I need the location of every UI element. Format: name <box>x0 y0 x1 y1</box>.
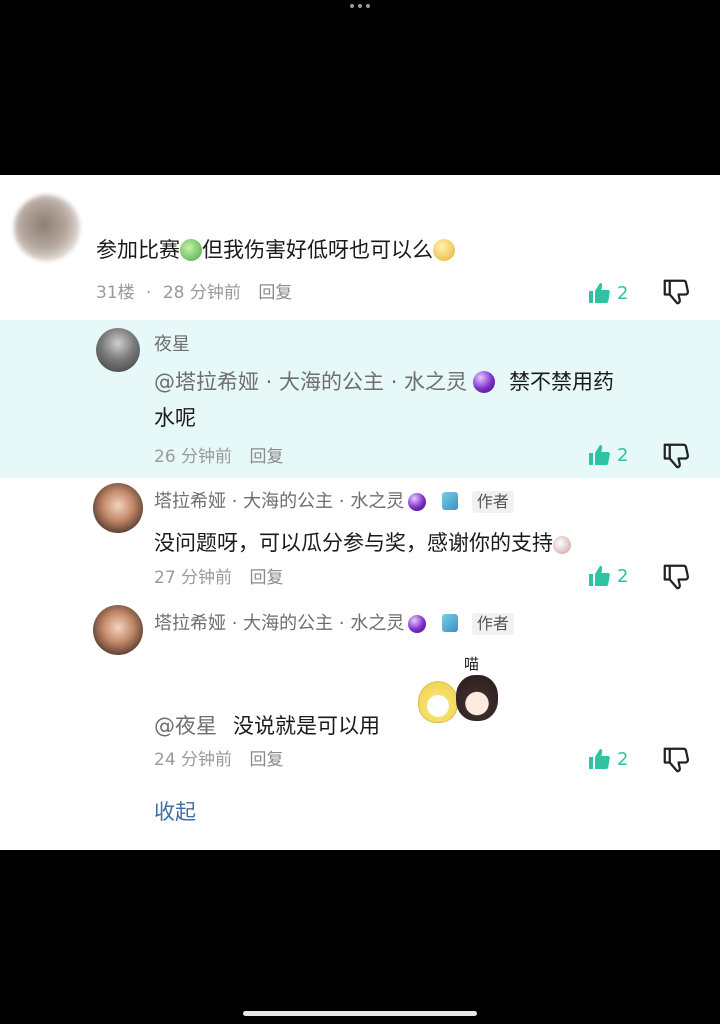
comment-time: 28 分钟前 <box>162 283 241 303</box>
like-count: 2 <box>617 282 629 304</box>
mention-link[interactable]: @夜星 <box>154 714 217 738</box>
collapse-replies-button[interactable]: 收起 <box>154 796 196 826</box>
reply-author-name[interactable]: 塔拉希娅 · 大海的公主 · 水之灵 作者 <box>154 490 514 514</box>
reply-author-name[interactable]: 夜星 <box>154 333 190 357</box>
like-button[interactable]: 2 <box>587 443 628 467</box>
reply-meta: 27 分钟前 回复 <box>154 566 283 590</box>
thumbs-down-icon[interactable] <box>661 562 691 592</box>
avatar[interactable] <box>93 483 143 533</box>
window-handle-dots <box>350 4 370 12</box>
cat-girl-sticker: 喵 <box>418 653 508 733</box>
reply-text: @塔拉希娅 · 大海的公主 · 水之灵 禁不禁用药 水呢 <box>154 370 615 430</box>
comment-meta: 31楼 · 28 分钟前 回复 <box>96 283 293 303</box>
reply-button[interactable]: 回复 <box>249 568 283 588</box>
sticker-dark-girl <box>456 675 498 721</box>
avatar[interactable] <box>96 328 140 372</box>
reply-meta: 24 分钟前 回复 <box>154 748 283 772</box>
comment-panel: 参加比赛 但我伤害好低呀也可以么 31楼 · 28 分钟前 回复 2 夜星 @塔拉… <box>0 175 720 850</box>
like-count: 2 <box>617 748 629 770</box>
reply-button[interactable]: 回复 <box>249 750 283 770</box>
thumbs-up-icon <box>589 749 610 769</box>
reply-text: 没问题呀，可以瓜分参与奖，感谢你的支持 <box>154 525 571 561</box>
reply-button[interactable]: 回复 <box>258 283 292 303</box>
floor-number: 31楼 <box>96 283 135 303</box>
reply-meta: 26 分钟前 回复 <box>154 445 283 469</box>
mention-link[interactable]: @塔拉希娅 · 大海的公主 · 水之灵 <box>154 370 467 394</box>
home-indicator[interactable] <box>243 1011 477 1016</box>
like-button[interactable]: 2 <box>587 281 628 305</box>
crystal-ball-emoji-icon <box>473 371 496 393</box>
reply-author-name[interactable]: 塔拉希娅 · 大海的公主 · 水之灵 作者 <box>154 612 514 636</box>
avatar[interactable] <box>93 605 143 655</box>
thumbs-down-icon[interactable] <box>661 745 691 775</box>
like-count: 2 <box>617 565 629 587</box>
like-count: 2 <box>617 444 629 466</box>
reply-time: 24 分钟前 <box>154 750 233 770</box>
thumbs-up-icon <box>589 566 610 586</box>
thumbs-down-icon[interactable] <box>661 441 691 471</box>
comment-text: 参加比赛 但我伤害好低呀也可以么 <box>96 232 455 268</box>
crystal-ball-emoji-icon <box>408 493 427 511</box>
cabbage-emoji-icon <box>180 239 202 261</box>
crystal-ball-emoji-icon <box>408 615 427 633</box>
smirk-face-emoji-icon <box>433 239 455 261</box>
author-level-icon <box>442 492 459 510</box>
author-badge: 作者 <box>471 491 514 513</box>
like-button[interactable]: 2 <box>587 564 628 588</box>
chick-emoji-icon <box>553 536 571 554</box>
reply-button[interactable]: 回复 <box>249 447 283 467</box>
thumbs-up-icon <box>589 283 610 303</box>
like-button[interactable]: 2 <box>587 747 628 771</box>
reply-text: @夜星 没说就是可以用 <box>154 714 380 738</box>
reply-time: 27 分钟前 <box>154 568 233 588</box>
thumbs-up-icon <box>589 445 610 465</box>
author-badge: 作者 <box>471 613 514 635</box>
author-level-icon <box>442 614 459 632</box>
thumbs-down-icon[interactable] <box>661 277 691 307</box>
sticker-blonde-girl <box>418 681 458 723</box>
reply-time: 26 分钟前 <box>154 447 233 467</box>
avatar[interactable] <box>14 195 80 261</box>
sticker-text: 喵 <box>464 655 480 673</box>
